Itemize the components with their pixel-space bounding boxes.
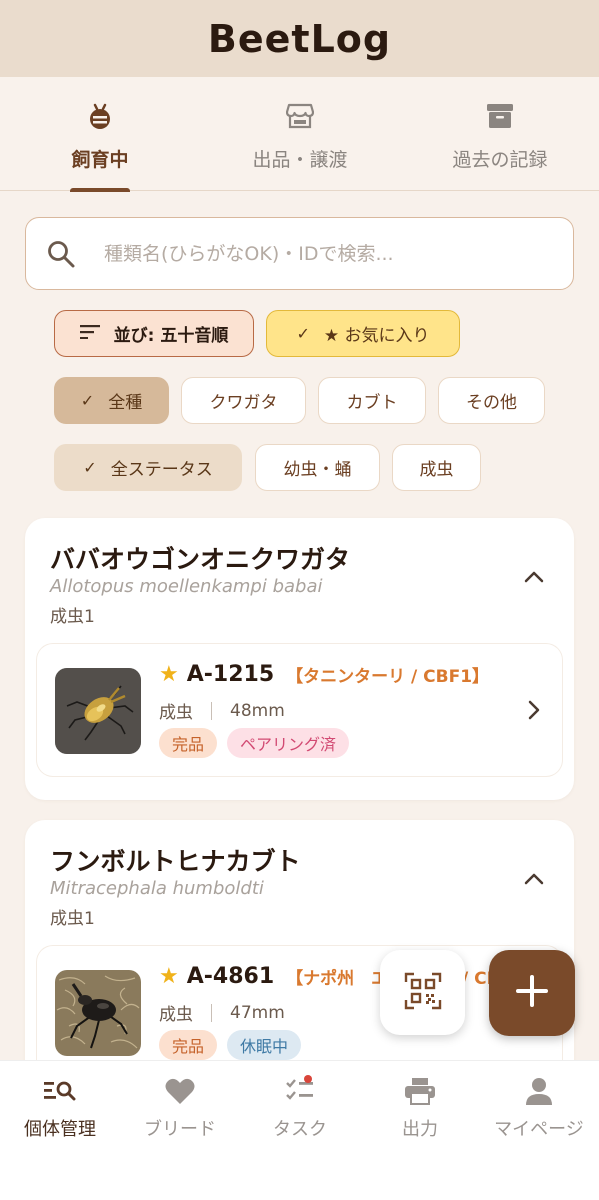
search-input[interactable] [104,234,544,274]
nav-label: 出力 [402,1119,438,1140]
beetle-photo [55,970,141,1056]
printer-icon [400,1075,440,1107]
list-search-icon [40,1075,80,1107]
status-badge: 完品 [159,728,218,758]
item-stage: 成虫 [159,703,193,723]
chip-label: 全種 [108,393,143,413]
tab-listing[interactable]: 出品・譲渡 [200,77,400,191]
chip-label: 全ステータス [110,460,213,480]
species-card: ババオウゴンオニクワガタ Allotopus moellenkampi baba… [25,518,574,800]
chip-label: その他 [466,393,517,413]
search-box[interactable] [25,217,574,290]
qr-scan-button[interactable] [380,950,465,1035]
favorite-chip[interactable]: ✓ ★ お気に入り [266,310,460,357]
search-icon [46,239,76,269]
sort-chip[interactable]: 並び: 五十音順 [54,310,254,357]
species-name: ババオウゴンオニクワガタ [50,545,351,574]
qr-scan-icon [404,972,442,1014]
nav-item-output[interactable]: 出力 [360,1061,480,1161]
chip-label: カブト [346,393,398,413]
check-icon: ✓ [296,324,310,343]
item-badges: 完品 休眠中 [159,1030,302,1060]
scientific-name: Mitracephala humboldti [50,878,264,899]
chevron-up-icon[interactable] [524,568,544,583]
type-chip-all[interactable]: ✓ 全種 [54,377,169,424]
bottom-nav: 個体管理 ブリード タスク 出力 マイページ [0,1060,599,1200]
scientific-name: Allotopus moellenkampi babai [50,576,323,597]
item-size: 47mm [230,1002,285,1023]
person-icon [519,1075,559,1107]
sort-icon [79,324,100,343]
item-badges: 完品 ペアリング済 [159,728,350,758]
check-icon: ✓ [80,391,95,410]
app-title: BeetLog [207,16,392,61]
chevron-up-icon[interactable] [524,870,544,885]
add-button[interactable] [489,950,575,1036]
divider [211,1003,212,1022]
top-tabs: 飼育中 出品・譲渡 過去の記録 [0,77,599,192]
nav-item-tasks[interactable]: タスク [240,1061,360,1161]
archive-icon [485,101,515,131]
nav-label: マイページ [494,1119,584,1140]
type-chip-other[interactable]: その他 [438,377,545,424]
tab-breeding[interactable]: 飼育中 [0,77,200,192]
chevron-right-icon [528,700,540,720]
chip-label: 成虫 [419,460,454,480]
status-chip-larva[interactable]: 幼虫・蛹 [255,444,380,491]
bug-icon [85,101,115,131]
chip-label: 幼虫・蛹 [283,460,352,480]
chip-label: クワガタ [209,393,278,413]
nav-item-breed[interactable]: ブリード [120,1061,240,1161]
tab-indicator [70,188,130,192]
star-icon[interactable]: ★ [159,662,179,687]
nav-item-mypage[interactable]: マイページ [479,1061,599,1161]
nav-label: ブリード [144,1119,216,1140]
tab-history[interactable]: 過去の記録 [400,77,599,191]
individual-item[interactable]: ★ A-4861 【ナポ州 エクアドル / CBF1】 成虫 47mm 完品 休… [37,946,562,1078]
plus-icon [515,974,549,1012]
status-chip-all[interactable]: ✓ 全ステータス [54,444,242,491]
item-size: 48mm [230,700,285,721]
status-badge: ペアリング済 [227,728,350,758]
item-header: ★ A-1215 【タニンターリ / CBF1】 [159,662,489,687]
item-stage: 成虫 [159,1005,193,1025]
item-id: A-1215 [186,662,275,687]
checklist-icon [280,1075,320,1107]
nav-label: 個体管理 [24,1119,96,1140]
item-header: ★ A-4861 【ナポ州 エクアドル / CBF1】 [159,964,540,989]
check-icon: ✓ [83,458,97,477]
nav-item-individuals[interactable]: 個体管理 [0,1061,120,1161]
tab-label: 過去の記録 [452,149,548,171]
status-chip-adult[interactable]: 成虫 [392,444,481,491]
item-origin: 【タニンターリ / CBF1】 [286,667,490,687]
item-meta: 成虫 48mm [159,698,285,724]
type-chip-rhino[interactable]: カブト [318,377,426,424]
sort-label: 並び: 五十音順 [113,326,229,346]
store-icon [285,101,315,131]
star-icon[interactable]: ★ [159,964,179,989]
nav-label: タスク [273,1119,327,1140]
individual-item[interactable]: ★ A-1215 【タニンターリ / CBF1】 成虫 48mm 完品 ペアリン… [37,644,562,776]
count-label: 成虫1 [50,909,95,929]
count-label: 成虫1 [50,607,95,627]
tab-label: 出品・譲渡 [252,149,348,171]
species-name: フンボルトヒナカブト [50,847,301,876]
heart-icon [160,1075,200,1107]
item-id: A-4861 [186,964,275,989]
tab-label: 飼育中 [71,149,129,171]
item-meta: 成虫 47mm [159,1000,285,1026]
status-badge: 休眠中 [227,1030,302,1060]
status-badge: 完品 [159,1030,218,1060]
notification-dot [304,1075,312,1083]
app-bar: BeetLog [0,0,599,77]
divider [211,701,212,720]
beetle-photo [55,668,141,754]
favorite-label: ★ お気に入り [323,326,430,346]
type-chip-stag[interactable]: クワガタ [181,377,306,424]
